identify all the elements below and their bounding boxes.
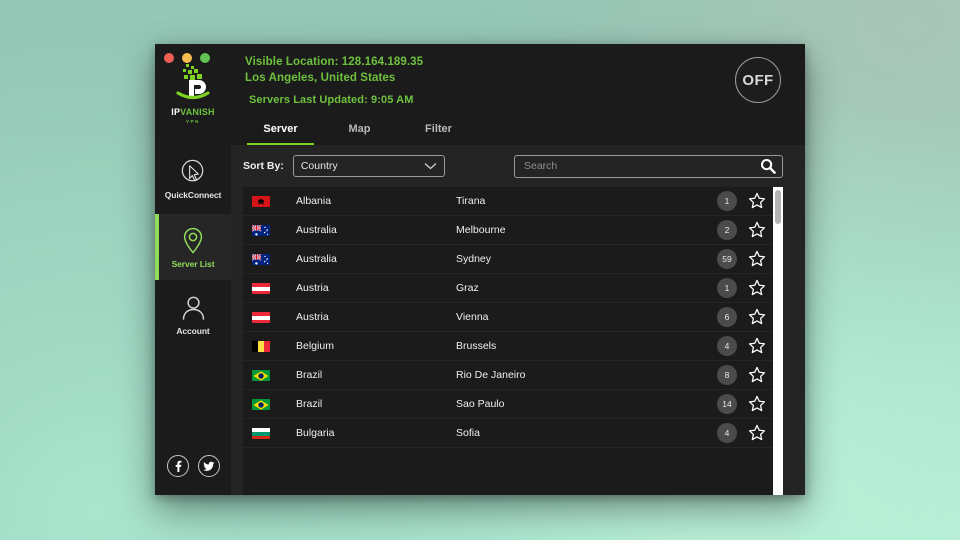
server-count-badge: 4 (717, 336, 737, 356)
row-city: Graz (456, 282, 717, 294)
table-row[interactable]: AustriaVienna6 (243, 303, 773, 332)
row-city: Melbourne (456, 224, 717, 236)
quick-connect-icon (179, 158, 208, 187)
table-row[interactable]: AustriaGraz1 (243, 274, 773, 303)
favorite-star-icon[interactable] (747, 395, 767, 413)
table-row[interactable]: BulgariaSofia4 (243, 419, 773, 448)
sort-by-select[interactable]: Country (293, 155, 445, 177)
search-icon[interactable] (760, 158, 776, 174)
row-country: Austria (296, 282, 456, 294)
sidebar-item-server-list[interactable]: Server List (155, 214, 231, 280)
main-panel: Visible Location: 128.164.189.35 Los Ang… (231, 44, 805, 495)
favorite-star-icon[interactable] (747, 221, 767, 239)
row-city: Rio De Janeiro (456, 369, 717, 381)
row-country: Belgium (296, 340, 456, 352)
tab-server[interactable]: Server (241, 116, 320, 145)
favorite-star-icon[interactable] (747, 308, 767, 326)
favorite-star-icon[interactable] (747, 192, 767, 210)
power-state-label: OFF (742, 72, 773, 89)
sort-by-label: Sort By: (243, 160, 284, 172)
twitter-icon[interactable] (198, 455, 220, 477)
flag-icon (252, 427, 270, 439)
row-city: Brussels (456, 340, 717, 352)
flag-icon (252, 311, 270, 323)
row-city: Vienna (456, 311, 717, 323)
location-city-text: Los Angeles, United States (245, 70, 805, 86)
sidebar-item-quickconnect[interactable]: QuickConnect (155, 146, 231, 212)
server-count-badge: 1 (717, 191, 737, 211)
server-count-badge: 6 (717, 307, 737, 327)
favorite-star-icon[interactable] (747, 279, 767, 297)
row-country: Australia (296, 253, 456, 265)
table-row[interactable]: AlbaniaTirana1 (243, 187, 773, 216)
servers-updated-text: Servers Last Updated: 9:05 AM (245, 94, 805, 106)
status-header: Visible Location: 128.164.189.35 Los Ang… (231, 44, 805, 116)
row-country: Brazil (296, 398, 456, 410)
server-count-badge: 59 (717, 249, 737, 269)
server-count-badge: 1 (717, 278, 737, 298)
server-count-badge: 4 (717, 423, 737, 443)
logo-vanish: VANISH (180, 107, 215, 117)
app-logo: IPVANISH VPN (155, 62, 231, 124)
list-scrollbar[interactable] (773, 187, 783, 495)
facebook-icon[interactable] (167, 455, 189, 477)
row-city: Sydney (456, 253, 717, 265)
sidebar-item-label: Server List (172, 259, 215, 269)
flag-icon (252, 195, 270, 207)
favorite-star-icon[interactable] (747, 250, 767, 268)
tab-map[interactable]: Map (320, 116, 399, 145)
power-toggle-button[interactable]: OFF (735, 57, 781, 103)
flag-icon (252, 398, 270, 410)
favorite-star-icon[interactable] (747, 366, 767, 384)
sort-by-value: Country (301, 160, 424, 172)
flag-icon (252, 340, 270, 352)
search-input[interactable] (524, 160, 760, 172)
sidebar-item-account[interactable]: Account (155, 282, 231, 348)
sidebar-nav: QuickConnect Server List Account (155, 146, 231, 348)
row-city: Sao Paulo (456, 398, 717, 410)
app-window: IPVANISH VPN QuickConnect Server List (155, 44, 805, 495)
favorite-star-icon[interactable] (747, 424, 767, 442)
table-row[interactable]: BelgiumBrussels4 (243, 332, 773, 361)
row-country: Bulgaria (296, 427, 456, 439)
flag-icon (252, 224, 270, 236)
server-count-badge: 2 (717, 220, 737, 240)
list-controls: Sort By: Country (231, 145, 805, 187)
tab-bar: Server Map Filter (231, 116, 805, 145)
table-row[interactable]: BrazilRio De Janeiro8 (243, 361, 773, 390)
server-list-rows: AlbaniaTirana1AustraliaMelbourne2Austral… (243, 187, 773, 495)
scrollbar-thumb[interactable] (775, 190, 781, 224)
server-count-badge: 14 (717, 394, 737, 414)
row-country: Austria (296, 311, 456, 323)
table-row[interactable]: BrazilSao Paulo14 (243, 390, 773, 419)
table-row[interactable]: AustraliaMelbourne2 (243, 216, 773, 245)
row-city: Tirana (456, 195, 717, 207)
search-box[interactable] (514, 155, 783, 178)
sidebar-item-label: Account (176, 326, 209, 336)
tab-filter[interactable]: Filter (399, 116, 478, 145)
favorite-star-icon[interactable] (747, 337, 767, 355)
chevron-down-icon (424, 162, 437, 170)
location-pin-icon (180, 226, 206, 256)
social-links (155, 455, 231, 477)
server-count-badge: 8 (717, 365, 737, 385)
logo-wordmark: IPVANISH (171, 108, 214, 117)
ipvanish-mark-icon (169, 62, 217, 106)
server-list-container: AlbaniaTirana1AustraliaMelbourne2Austral… (243, 187, 783, 495)
row-country: Australia (296, 224, 456, 236)
logo-subtext: VPN (186, 119, 200, 124)
sidebar: IPVANISH VPN QuickConnect Server List (155, 44, 231, 495)
user-icon (180, 294, 207, 323)
flag-icon (252, 253, 270, 265)
table-row[interactable]: AustraliaSydney59 (243, 245, 773, 274)
flag-icon (252, 282, 270, 294)
logo-ip: IP (171, 107, 180, 117)
row-country: Albania (296, 195, 456, 207)
sidebar-item-label: QuickConnect (165, 190, 221, 200)
row-country: Brazil (296, 369, 456, 381)
row-city: Sofia (456, 427, 717, 439)
flag-icon (252, 369, 270, 381)
visible-location-text: Visible Location: 128.164.189.35 (245, 54, 805, 70)
